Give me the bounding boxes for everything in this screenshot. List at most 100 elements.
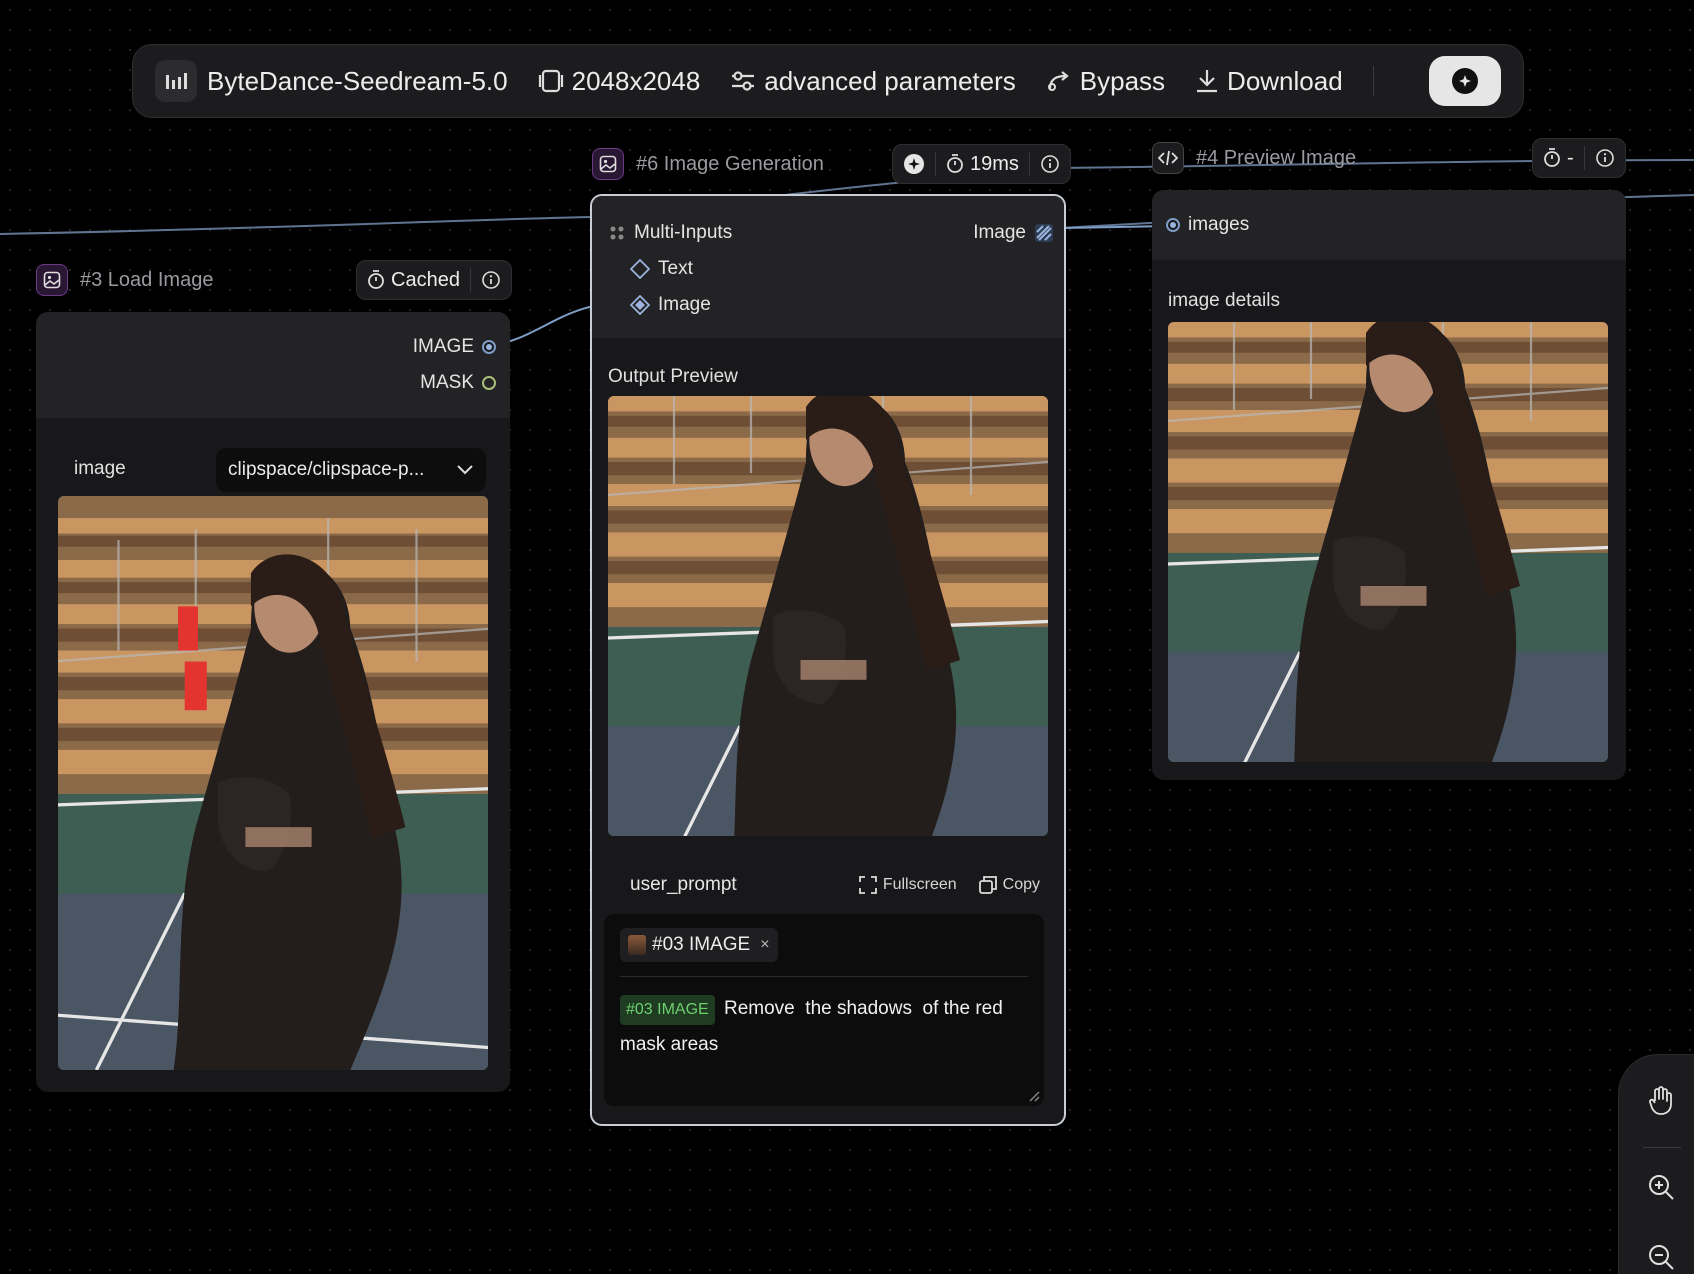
fullscreen-button[interactable]: Fullscreen	[858, 876, 957, 894]
advanced-parameters-label: advanced parameters	[764, 65, 1016, 96]
preview-image[interactable]	[1168, 322, 1608, 762]
multi-inputs-label: Multi-Inputs	[634, 222, 733, 243]
zoom-in-button[interactable]	[1619, 1173, 1694, 1201]
preview-inputs: images	[1152, 190, 1626, 260]
input-images-port[interactable]	[1166, 218, 1180, 232]
model-selector[interactable]: ByteDance-Seedream-5.0	[207, 66, 508, 97]
generation-io: Multi-Inputs Image Text Image	[592, 196, 1064, 338]
chevron-down-icon	[457, 465, 473, 475]
text-port[interactable]	[630, 259, 650, 279]
preview-header: #4 Preview Image	[1152, 142, 1356, 174]
chip-label: #03 IMAGE	[652, 934, 751, 955]
load-image-title: #3 Load Image	[80, 268, 214, 291]
download-button[interactable]: Download	[1195, 66, 1343, 97]
output-mask[interactable]: MASK	[420, 372, 496, 394]
timer-icon	[368, 270, 384, 289]
load-image-preview[interactable]	[58, 496, 488, 1070]
bypass-icon	[1047, 71, 1069, 91]
bypass-button[interactable]: Bypass	[1046, 66, 1165, 97]
run-icon	[1452, 68, 1478, 94]
prompt-divider	[620, 976, 1028, 977]
top-toolbar: ByteDance-Seedream-5.0 2048x2048 advance…	[132, 44, 1524, 118]
output-image-port[interactable]	[482, 340, 496, 354]
timer-icon	[1544, 148, 1560, 167]
image-reference-chip[interactable]: #03 IMAGE ×	[620, 928, 778, 962]
copy-button[interactable]: Copy	[978, 876, 1040, 894]
load-image-header: #3 Load Image	[36, 264, 213, 296]
generation-title: #6 Image Generation	[636, 152, 824, 175]
input-images[interactable]: images	[1166, 214, 1249, 236]
frame-icon	[538, 69, 563, 93]
pan-button[interactable]	[1619, 1085, 1694, 1115]
copy-icon	[978, 876, 997, 894]
preview-node[interactable]: images image details	[1152, 190, 1626, 780]
image-file-value: clipspace/clipspace-p...	[228, 459, 425, 480]
info-icon[interactable]	[481, 270, 501, 290]
preview-time: -	[1567, 146, 1574, 169]
load-image-status: Cached	[356, 260, 512, 300]
load-image-node[interactable]: IMAGE MASK image clipspace/clipspace-p..…	[36, 312, 510, 1092]
resolution-label: 2048x2048	[571, 65, 701, 96]
output-image-port[interactable]	[1034, 223, 1054, 243]
output-image-label: Image	[973, 222, 1026, 243]
output-image-label: IMAGE	[412, 336, 474, 357]
fullscreen-icon	[858, 876, 877, 894]
output-preview-image[interactable]	[608, 396, 1048, 836]
advanced-parameters-button[interactable]: advanced parameters	[730, 65, 1016, 97]
generation-header: #6 Image Generation	[592, 148, 824, 180]
zoom-out-icon	[1649, 1245, 1674, 1270]
output-image[interactable]: Image	[973, 222, 1054, 244]
input-text[interactable]: Text	[630, 258, 693, 280]
prompt-image-tag: #03 IMAGE	[620, 995, 715, 1025]
load-image-outputs: IMAGE MASK	[36, 312, 510, 418]
image-port[interactable]	[630, 295, 650, 315]
hand-icon	[1649, 1086, 1672, 1115]
prompt-text-line-1: Remove the shadows of the red	[723, 998, 1003, 1019]
input-images-label: images	[1188, 214, 1250, 235]
output-mask-port[interactable]	[482, 376, 496, 390]
preview-title: #4 Preview Image	[1196, 146, 1357, 169]
info-icon[interactable]	[1040, 154, 1060, 174]
model-name: ByteDance-Seedream-5.0	[207, 65, 508, 96]
image-details-label: image details	[1168, 290, 1280, 311]
code-icon	[1152, 142, 1184, 174]
image-field-label: image	[74, 458, 126, 479]
cached-label: Cached	[391, 268, 460, 291]
image-node-icon	[592, 148, 624, 180]
user-prompt-editor[interactable]: #03 IMAGE × #03 IMAGE Remove the shadows…	[604, 914, 1044, 1106]
run-button[interactable]	[1429, 56, 1501, 106]
image-node-icon	[36, 264, 68, 296]
user-prompt-label: user_prompt	[630, 874, 737, 895]
prompt-text-line-2: mask areas	[620, 1034, 719, 1055]
preview-status: -	[1532, 138, 1626, 178]
timer-icon	[947, 154, 963, 173]
output-mask-label: MASK	[420, 372, 474, 393]
resolution-button[interactable]: 2048x2048	[538, 65, 701, 97]
prompt-text[interactable]: #03 IMAGE Remove the shadows of the red …	[620, 991, 1028, 1063]
controls-divider	[1643, 1147, 1681, 1148]
multi-inputs-group[interactable]: Multi-Inputs	[608, 222, 732, 244]
chip-thumbnail	[628, 935, 646, 955]
chip-remove-icon[interactable]: ×	[760, 936, 769, 954]
resize-handle-icon[interactable]	[1028, 1090, 1040, 1102]
user-prompt-header: user_prompt Fullscreen Copy	[630, 874, 1040, 896]
output-image[interactable]: IMAGE	[413, 336, 496, 358]
chart-icon[interactable]	[155, 60, 197, 102]
image-file-select[interactable]: clipspace/clipspace-p...	[216, 448, 486, 492]
input-text-label: Text	[658, 258, 693, 279]
zoom-out-button[interactable]	[1619, 1243, 1694, 1271]
generation-status: 19ms	[892, 144, 1071, 184]
sliders-icon	[732, 71, 755, 91]
input-image[interactable]: Image	[630, 294, 711, 316]
generation-time: 19ms	[970, 152, 1019, 175]
download-icon	[1197, 70, 1218, 93]
info-icon[interactable]	[1595, 148, 1615, 168]
download-label: Download	[1227, 65, 1343, 96]
toolbar-divider	[1372, 66, 1374, 96]
fullscreen-label: Fullscreen	[882, 876, 957, 893]
generation-node[interactable]: Multi-Inputs Image Text Image Output Pre…	[590, 194, 1066, 1126]
output-preview-label: Output Preview	[608, 366, 738, 387]
canvas-controls	[1618, 1054, 1694, 1274]
zoom-in-icon	[1649, 1175, 1674, 1200]
run-icon[interactable]	[903, 153, 925, 175]
